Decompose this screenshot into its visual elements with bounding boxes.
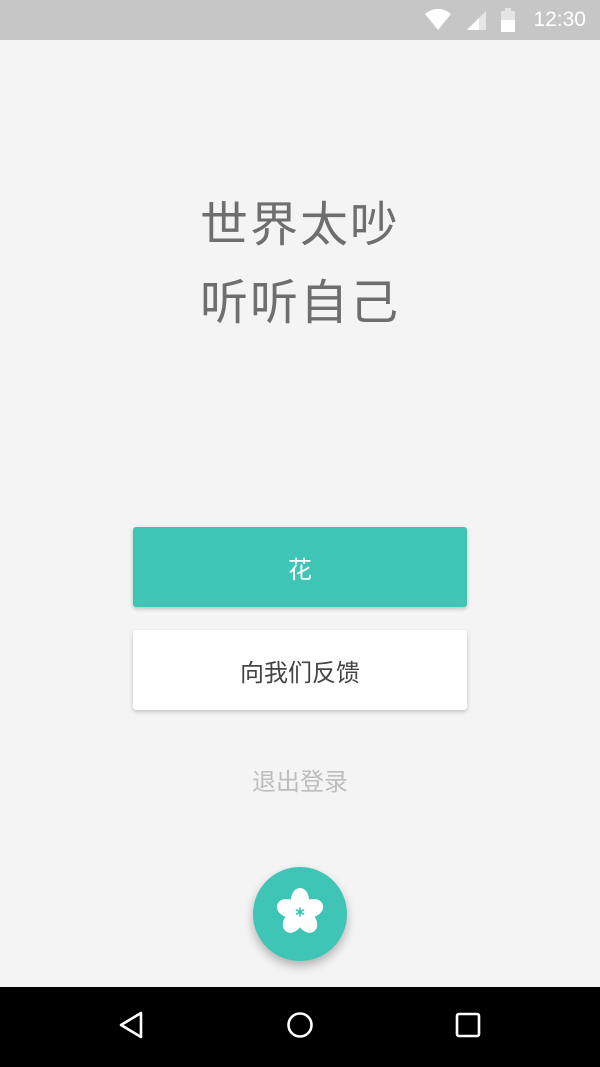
navigation-bar [0, 987, 600, 1067]
home-icon [285, 1010, 315, 1044]
battery-icon [501, 8, 516, 32]
home-button[interactable] [250, 987, 350, 1067]
logout-link[interactable]: 退出登录 [0, 764, 600, 800]
slogan-line-2: 听听自己 [199, 275, 400, 331]
slogan: 世界太吵 听听自己 [0, 186, 600, 342]
status-bar: 12:30 [0, 0, 600, 40]
wifi-icon [425, 9, 452, 31]
back-button[interactable] [82, 987, 182, 1067]
recent-apps-icon [453, 1010, 483, 1044]
flower-button[interactable]: 花 [133, 527, 467, 607]
cell-signal-icon [465, 9, 487, 31]
status-icons: 12:30 [425, 0, 586, 40]
flower-icon [272, 884, 328, 944]
back-icon [117, 1010, 147, 1044]
flower-fab-button[interactable] [253, 867, 347, 961]
status-time: 12:30 [533, 8, 586, 31]
feedback-button[interactable]: 向我们反馈 [133, 630, 467, 710]
recent-apps-button[interactable] [418, 987, 518, 1067]
slogan-line-1: 世界太吵 [199, 197, 400, 253]
